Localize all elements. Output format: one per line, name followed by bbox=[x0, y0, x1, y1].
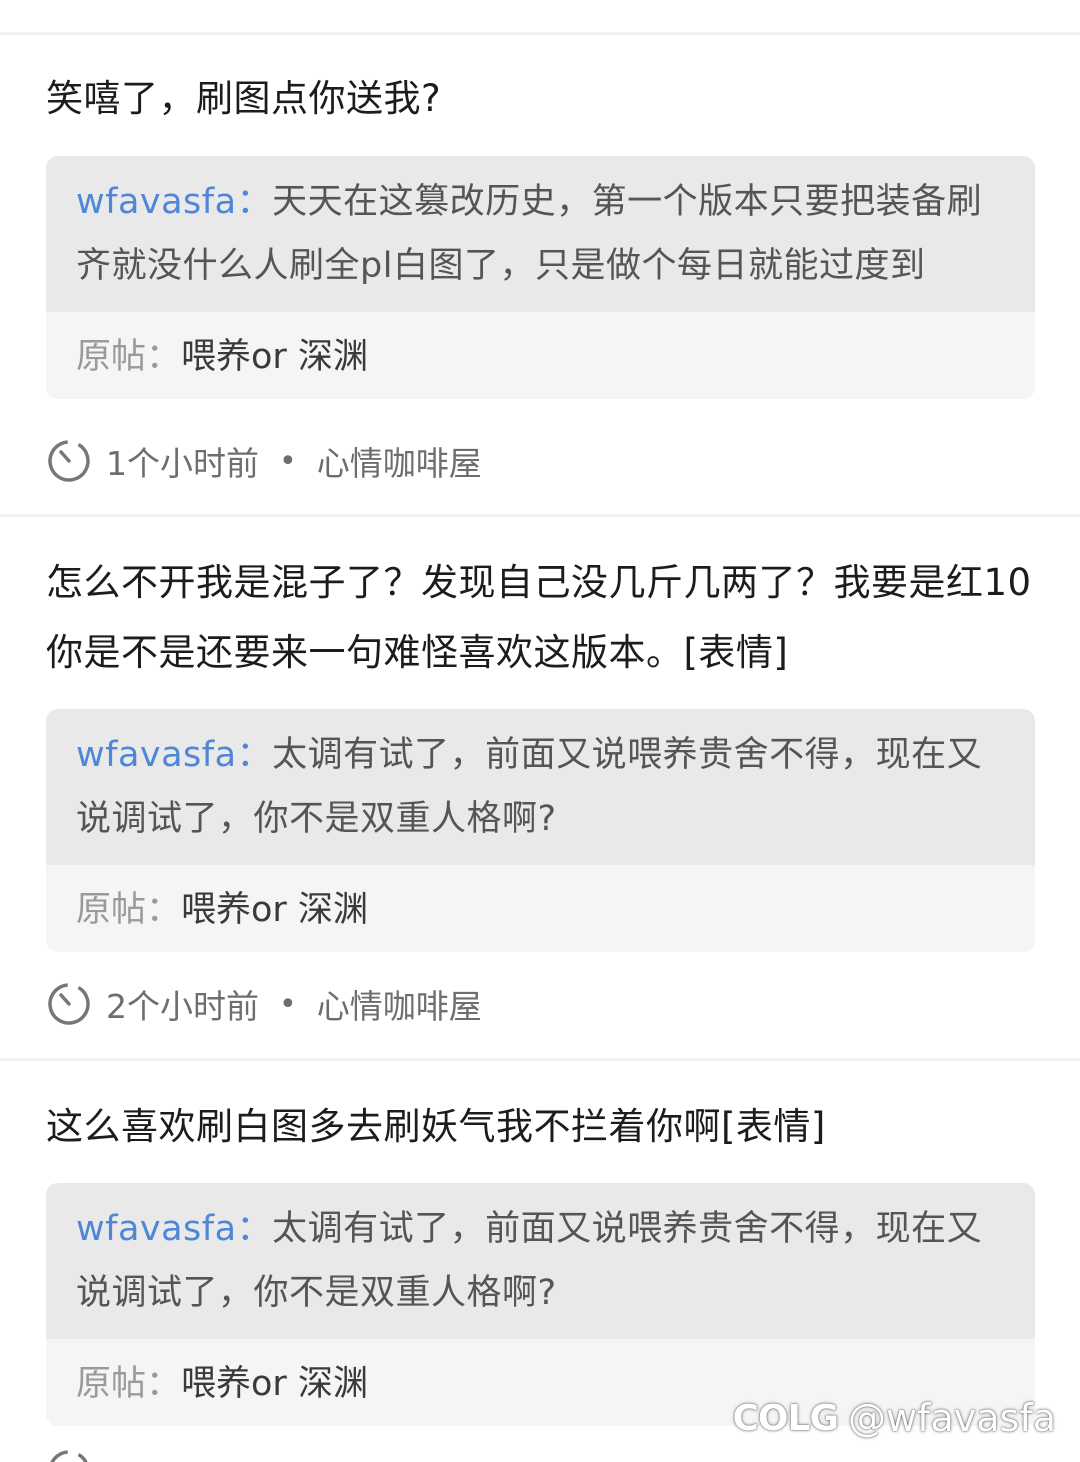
quoted-comment-card[interactable]: wfavasfa：天天在这篡改历史，第一个版本只要把装备刷齐就没什么人刷全pl白… bbox=[46, 156, 1035, 399]
post-time: 2个小时前 bbox=[106, 987, 259, 1026]
colg-logo: COLG bbox=[732, 1397, 840, 1439]
quoted-comment[interactable]: wfavasfa：太调有试了，前面又说喂养贵舍不得，现在又说调试了，你不是双重人… bbox=[46, 709, 1035, 865]
post-time: 1个小时前 bbox=[106, 444, 259, 483]
original-post-label: 原帖： bbox=[76, 337, 182, 377]
reply-text[interactable]: 这么喜欢刷白图多去刷妖气我不拦着你啊[表情] bbox=[46, 1092, 1036, 1162]
quote-author-link[interactable]: wfavasfa bbox=[76, 1209, 237, 1249]
board-name-link[interactable]: 心情咖啡屋 bbox=[317, 437, 482, 485]
board-name-link[interactable]: 心情咖啡屋 bbox=[317, 980, 482, 1028]
quote-author-link[interactable]: wfavasfa bbox=[76, 735, 237, 775]
original-post-label: 原帖： bbox=[76, 1364, 182, 1404]
watermark-handle: @wfavasfa bbox=[848, 1396, 1056, 1440]
quoted-comment-card[interactable]: wfavasfa：太调有试了，前面又说喂养贵舍不得，现在又说调试了，你不是双重人… bbox=[46, 1183, 1035, 1426]
original-post-title: 喂养or 深渊 bbox=[181, 890, 368, 930]
clock-icon bbox=[48, 440, 90, 482]
quote-author-colon: ： bbox=[236, 735, 273, 775]
post-meta: 2个小时前 • 心情咖啡屋 bbox=[46, 981, 482, 1027]
quote-author-colon: ： bbox=[236, 182, 273, 222]
original-post-link[interactable]: 原帖：喂养or 深渊 bbox=[46, 312, 1035, 399]
reply-text[interactable]: 怎么不开我是混子了？发现自己没几斤几两了？我要是红10你是不是还要来一句难怪喜欢… bbox=[46, 548, 1036, 688]
reply-text[interactable]: 笑嘻了，刷图点你送我? bbox=[46, 64, 1036, 134]
quote-author-colon: ： bbox=[236, 1209, 273, 1249]
meta-separator: • bbox=[279, 986, 297, 1022]
original-post-label: 原帖： bbox=[76, 890, 182, 930]
quote-author-link[interactable]: wfavasfa bbox=[76, 182, 237, 222]
divider bbox=[0, 1058, 1080, 1061]
quoted-comment-card[interactable]: wfavasfa：太调有试了，前面又说喂养贵舍不得，现在又说调试了，你不是双重人… bbox=[46, 709, 1035, 952]
watermark: COLG @wfavasfa bbox=[733, 1396, 1057, 1440]
post-meta: 1个小时前 • 心情咖啡屋 bbox=[46, 438, 482, 484]
original-post-title: 喂养or 深渊 bbox=[181, 337, 368, 377]
reply-list-page: 笑嘻了，刷图点你送我? wfavasfa：天天在这篡改历史，第一个版本只要把装备… bbox=[0, 0, 1080, 1462]
divider bbox=[0, 32, 1080, 35]
quoted-comment[interactable]: wfavasfa：天天在这篡改历史，第一个版本只要把装备刷齐就没什么人刷全pl白… bbox=[46, 156, 1035, 312]
original-post-title: 喂养or 深渊 bbox=[181, 1364, 368, 1404]
divider bbox=[0, 514, 1080, 517]
original-post-link[interactable]: 原帖：喂养or 深渊 bbox=[46, 865, 1035, 952]
meta-separator: • bbox=[279, 443, 297, 479]
clock-icon bbox=[48, 1450, 90, 1462]
quoted-comment[interactable]: wfavasfa：太调有试了，前面又说喂养贵舍不得，现在又说调试了，你不是双重人… bbox=[46, 1183, 1035, 1339]
clock-icon bbox=[48, 983, 90, 1025]
